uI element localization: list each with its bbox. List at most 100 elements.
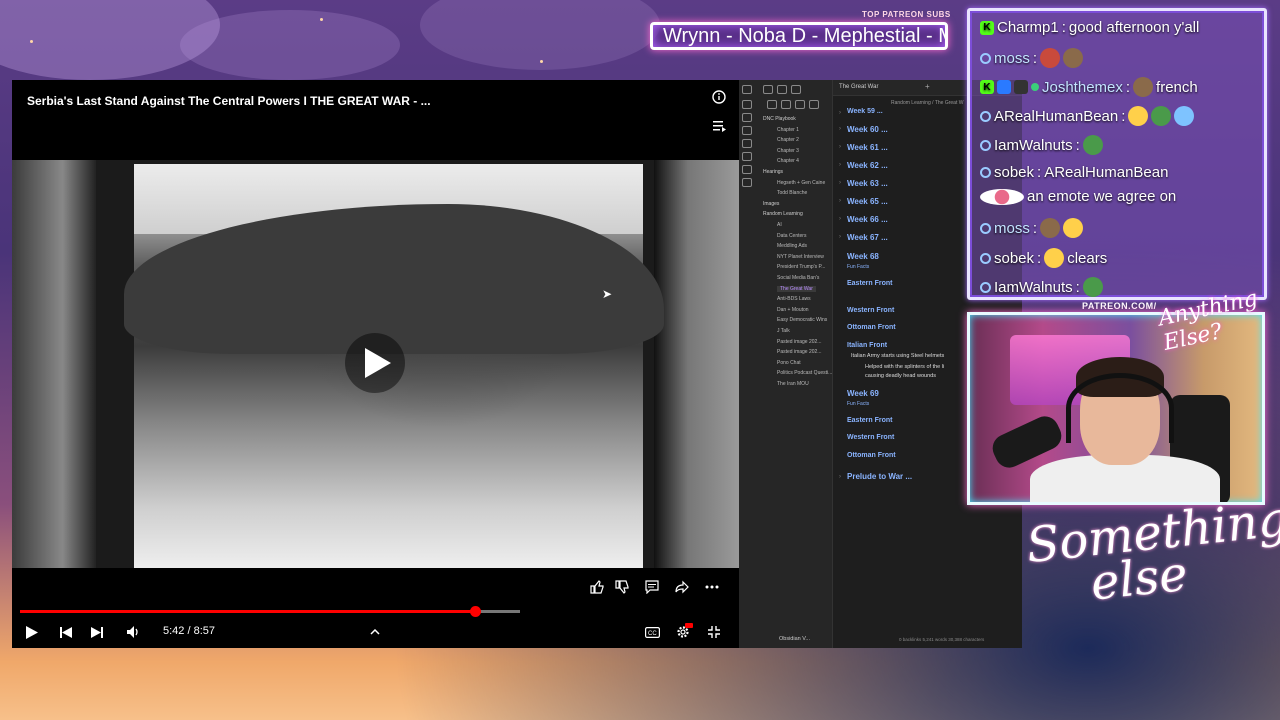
tree-file[interactable]: Pono Chat	[777, 360, 801, 366]
files-icon[interactable]	[763, 85, 773, 94]
playlist-icon[interactable]	[710, 117, 728, 135]
tree-file[interactable]: NYT Planet Interview	[777, 254, 824, 260]
tree-file[interactable]: Easy Democratic Wins	[777, 317, 827, 323]
comment-icon[interactable]	[641, 576, 663, 598]
chat-username[interactable]: moss	[994, 50, 1030, 67]
collapse-caret-icon[interactable]: ›	[839, 198, 841, 204]
file-explorer[interactable]: DNC Playbook Chapter 1 Chapter 2 Chapter 3 C…	[755, 80, 833, 648]
tree-file[interactable]: Dan + Mouton	[777, 307, 809, 313]
heading-western-front[interactable]: Western Front	[847, 307, 894, 314]
chevron-up-icon[interactable]	[367, 623, 383, 641]
previous-icon[interactable]	[58, 623, 74, 641]
chat-username[interactable]: Charmp1	[997, 19, 1059, 36]
center-play-button[interactable]	[345, 333, 405, 393]
command-icon[interactable]	[742, 152, 752, 161]
collapse-caret-icon[interactable]: ›	[839, 110, 841, 116]
heading-week-66[interactable]: Week 66 ...	[847, 215, 888, 224]
heading-week-67[interactable]: Week 67 ...	[847, 233, 888, 242]
tree-file[interactable]: J Talk	[777, 328, 790, 334]
thumbs-up-icon[interactable]	[586, 576, 608, 598]
chat-username[interactable]: sobek	[994, 250, 1034, 267]
tree-file[interactable]: The Great War	[777, 285, 816, 292]
heading-italian-front[interactable]: Italian Front	[847, 342, 887, 349]
heading-week-62[interactable]: Week 62 ...	[847, 161, 888, 170]
video-player[interactable]: Serbia's Last Stand Against The Central …	[12, 80, 739, 648]
video-title[interactable]: Serbia's Last Stand Against The Central …	[27, 94, 431, 108]
heading-week-63[interactable]: Week 63 ...	[847, 179, 888, 188]
heading-week-60[interactable]: Week 60 ...	[847, 125, 888, 134]
heading-week-68[interactable]: Week 68	[847, 252, 879, 261]
calendar-icon[interactable]	[742, 126, 752, 135]
graph-icon[interactable]	[742, 100, 752, 109]
heading-week-59[interactable]: Week 59 ...	[847, 108, 883, 114]
more-icon[interactable]	[701, 576, 723, 598]
tree-file[interactable]: Pasted image 202...	[777, 349, 821, 355]
tree-file[interactable]: The Iran MOU	[777, 381, 809, 387]
tree-folder[interactable]: Hearings	[763, 169, 783, 175]
heading-ottoman-front[interactable]: Ottoman Front	[847, 452, 896, 459]
tree-file[interactable]: Politics Podcast Questi...	[777, 370, 832, 376]
tree-file[interactable]: Meddling Ads	[777, 243, 807, 249]
chat-username[interactable]: IamWalnuts	[994, 279, 1073, 296]
tree-file[interactable]: Chapter 1	[777, 127, 799, 133]
canvas-icon[interactable]	[742, 113, 752, 122]
tree-file[interactable]: Todd Blanche	[777, 190, 807, 196]
heading-week-69[interactable]: Week 69	[847, 389, 879, 398]
heading-western-front[interactable]: Western Front	[847, 434, 894, 441]
heading-eastern-front[interactable]: Eastern Front	[847, 417, 893, 424]
tree-folder[interactable]: Random Learning	[763, 211, 803, 217]
breadcrumb[interactable]: Random Learning / The Great W	[891, 100, 963, 106]
chat-username[interactable]: moss	[994, 220, 1030, 237]
tree-file[interactable]: Chapter 2	[777, 137, 799, 143]
publish-icon[interactable]	[742, 165, 752, 174]
volume-icon[interactable]	[124, 623, 144, 641]
tree-file[interactable]: Hegseth + Gen Caine	[777, 180, 825, 186]
vault-name[interactable]: Obsidian V...	[779, 636, 810, 642]
tab-the-great-war[interactable]: The Great War	[839, 84, 878, 90]
chat-username[interactable]: ARealHumanBean	[994, 108, 1118, 125]
progress-bar[interactable]	[20, 606, 520, 617]
captions-icon[interactable]: CC	[642, 623, 662, 641]
collapse-caret-icon[interactable]: ›	[839, 234, 841, 240]
collapse-caret-icon[interactable]: ›	[839, 180, 841, 186]
chat-username[interactable]: sobek	[994, 164, 1034, 181]
tree-file[interactable]: Pasted image 202...	[777, 339, 821, 345]
new-note-icon[interactable]	[767, 100, 777, 109]
search-icon[interactable]	[777, 85, 787, 94]
heading-ottoman-front[interactable]: Ottoman Front	[847, 324, 896, 331]
heading-week-65[interactable]: Week 65 ...	[847, 197, 888, 206]
tree-file[interactable]: AI	[777, 222, 782, 228]
heading-prelude-to-war[interactable]: Prelude to War ...	[847, 472, 912, 481]
sidebar-toggle-icon[interactable]	[742, 85, 752, 94]
heading-week-61[interactable]: Week 61 ...	[847, 143, 888, 152]
tree-file[interactable]: Chapter 4	[777, 158, 799, 164]
templates-icon[interactable]	[742, 139, 752, 148]
progress-scrubber[interactable]	[470, 606, 481, 617]
new-folder-icon[interactable]	[781, 100, 791, 109]
chat-username[interactable]: IamWalnuts	[994, 137, 1073, 154]
tree-file[interactable]: Chapter 3	[777, 148, 799, 154]
tree-folder[interactable]: DNC Playbook	[763, 116, 796, 122]
collapse-icon[interactable]	[809, 100, 819, 109]
collapse-caret-icon[interactable]: ›	[839, 126, 841, 132]
collapse-caret-icon[interactable]: ›	[839, 474, 841, 480]
bookmark-icon[interactable]	[791, 85, 801, 94]
sort-icon[interactable]	[795, 100, 805, 109]
fullscreen-exit-icon[interactable]	[704, 623, 724, 641]
tree-file[interactable]: President Trump's P...	[777, 264, 825, 270]
tree-file[interactable]: Anti-BDS Laws	[777, 296, 811, 302]
thumbs-down-icon[interactable]	[611, 576, 633, 598]
tree-file[interactable]: Social Media Ban's	[777, 275, 819, 281]
settings-icon[interactable]	[673, 623, 693, 641]
new-tab-icon[interactable]: +	[925, 82, 930, 91]
send-icon[interactable]	[742, 178, 752, 187]
collapse-caret-icon[interactable]: ›	[839, 216, 841, 222]
collapse-caret-icon[interactable]: ›	[839, 144, 841, 150]
tree-file[interactable]: Data Centers	[777, 233, 806, 239]
share-icon[interactable]	[671, 576, 693, 598]
chat-username[interactable]: Joshthemex	[1042, 79, 1123, 96]
tree-folder[interactable]: Images	[763, 201, 779, 207]
play-icon[interactable]	[24, 623, 40, 641]
heading-eastern-front[interactable]: Eastern Front	[847, 280, 893, 287]
next-icon[interactable]	[89, 623, 105, 641]
